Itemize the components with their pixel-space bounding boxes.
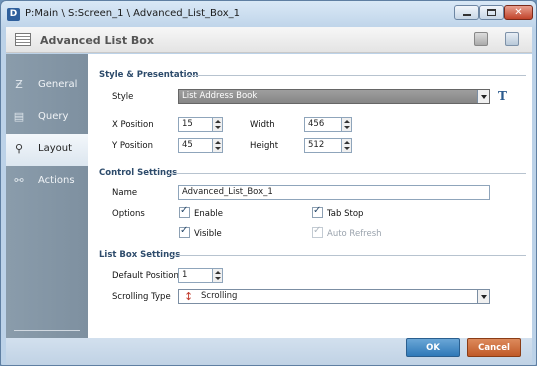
enable-checkbox[interactable] <box>179 205 190 218</box>
actions-icon: ⚯ <box>14 174 24 187</box>
style-select[interactable]: List Address Book <box>178 89 490 104</box>
section-heading-list-box-settings: List Box Settings <box>99 250 181 260</box>
width-stepper[interactable] <box>342 117 352 132</box>
style-select-value: List Address Book <box>182 91 258 101</box>
sidebar-item-label: Layout <box>38 143 72 154</box>
default-position-label: Default Position <box>112 271 179 281</box>
layout-panel: Style & Presentation Style List Address … <box>88 54 532 338</box>
x-position-stepper[interactable] <box>213 117 223 132</box>
scrolling-arrows-icon: ↕ <box>184 290 194 303</box>
section-divider <box>172 255 526 256</box>
dialog-title: Advanced List Box <box>40 34 154 47</box>
width-input[interactable]: 456 <box>304 117 342 132</box>
options-label: Options <box>112 209 145 219</box>
app-icon: D <box>7 8 20 21</box>
auto-refresh-checkbox <box>312 225 323 238</box>
maximize-icon <box>487 9 496 16</box>
y-position-input[interactable]: 45 <box>178 138 213 153</box>
minimize-icon <box>462 14 471 16</box>
height-stepper[interactable] <box>342 138 352 153</box>
text-style-icon[interactable]: T <box>498 89 507 103</box>
minimize-button[interactable] <box>454 5 479 20</box>
name-label: Name <box>112 188 138 198</box>
sidebar-item-query[interactable]: ▤ Query <box>6 102 88 134</box>
auto-refresh-label: Auto Refresh <box>327 229 382 239</box>
sidebar-item-layout[interactable]: ⚲ Layout <box>6 134 88 166</box>
dialog-header: Advanced List Box <box>6 27 532 53</box>
height-label: Height <box>250 141 279 151</box>
scrolling-type-value: Scrolling <box>201 291 238 301</box>
sidebar-item-actions[interactable]: ⚯ Actions <box>6 166 88 198</box>
ok-button[interactable]: OK <box>406 338 460 357</box>
sidebar-divider <box>14 330 80 331</box>
title-bar: D P:Main \ S:Screen_1 \ Advanced_List_Bo… <box>1 1 536 27</box>
window-title: P:Main \ S:Screen_1 \ Advanced_List_Box_… <box>25 8 241 19</box>
style-label: Style <box>112 92 134 102</box>
scrolling-type-select[interactable]: ↕ Scrolling <box>178 289 490 304</box>
x-position-input[interactable]: 15 <box>178 117 213 132</box>
chevron-down-icon <box>477 90 489 103</box>
height-input[interactable]: 512 <box>304 138 342 153</box>
default-position-stepper[interactable] <box>213 268 223 283</box>
sidebar-item-general[interactable]: Ƶ General <box>6 70 88 102</box>
dialog-window: D P:Main \ S:Screen_1 \ Advanced_List_Bo… <box>0 0 537 366</box>
sidebar-item-label: Query <box>38 111 69 122</box>
sidebar: Ƶ General ▤ Query ⚲ Layout ⚯ Actions <box>6 54 88 338</box>
scrolling-type-label: Scrolling Type <box>112 292 171 302</box>
visible-label: Visible <box>194 229 222 239</box>
add-icon[interactable] <box>474 32 488 46</box>
general-icon: Ƶ <box>15 78 23 91</box>
section-heading-control-settings: Control Settings <box>99 168 178 178</box>
tab-stop-label: Tab Stop <box>327 209 364 219</box>
dialog-footer: OK Cancel <box>6 338 532 365</box>
y-position-stepper[interactable] <box>213 138 223 153</box>
enable-label: Enable <box>194 209 223 219</box>
name-input[interactable]: Advanced_List_Box_1 <box>178 185 490 200</box>
cancel-button[interactable]: Cancel <box>467 338 521 357</box>
y-position-label: Y Position <box>112 141 153 151</box>
visible-checkbox[interactable] <box>179 225 190 238</box>
section-heading-style-presentation: Style & Presentation <box>99 70 199 80</box>
clipboard-icon[interactable] <box>505 32 519 46</box>
close-icon: ✕ <box>514 6 523 18</box>
query-icon: ▤ <box>13 110 25 123</box>
section-divider <box>168 173 526 174</box>
tab-stop-checkbox[interactable] <box>312 205 323 218</box>
default-position-input[interactable]: 1 <box>178 268 213 283</box>
width-label: Width <box>250 120 275 130</box>
chevron-down-icon <box>477 290 489 303</box>
layout-icon: ⚲ <box>14 142 24 155</box>
maximize-button[interactable] <box>479 5 504 20</box>
list-box-icon <box>15 33 31 46</box>
sidebar-item-label: Actions <box>38 175 75 186</box>
close-button[interactable]: ✕ <box>504 5 533 20</box>
x-position-label: X Position <box>112 120 154 130</box>
sidebar-item-label: General <box>38 79 78 90</box>
section-divider <box>186 75 526 76</box>
